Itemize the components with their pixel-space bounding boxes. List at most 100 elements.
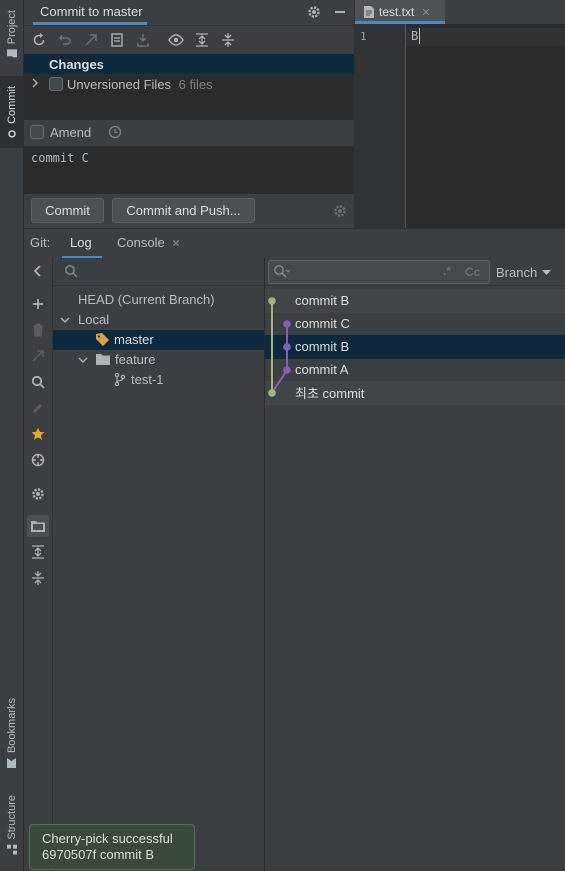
commit-tool-label: Commit [6, 85, 18, 124]
commit-toolbar [24, 26, 354, 54]
tree-item-test-1[interactable]: test-1 [114, 372, 164, 387]
selected-branch-highlight [53, 330, 264, 350]
chevron-left-icon[interactable] [30, 263, 46, 279]
commit-row[interactable]: commit B [265, 289, 565, 312]
text-caret [419, 28, 420, 44]
cherry-pick-notification[interactable]: Cherry-pick successful 6970507f commit B [29, 824, 195, 870]
unversioned-checkbox[interactable] [49, 77, 63, 91]
commit-message: commit A [295, 362, 349, 377]
minimize-icon[interactable] [332, 4, 348, 20]
commit-row[interactable]: 최초 commit [265, 381, 565, 404]
editor-line-text: B [411, 29, 419, 43]
log-search-input[interactable] [268, 260, 490, 284]
shelve-icon[interactable] [83, 32, 99, 48]
line-number-gutter [354, 24, 406, 228]
unversioned-files-count: 6 files [178, 77, 213, 92]
folder-icon [30, 518, 46, 534]
amend-label: Amend [50, 125, 92, 140]
rollback-icon[interactable] [57, 32, 73, 48]
commit-message: 최초 commit [295, 386, 365, 401]
delete-icon[interactable] [30, 322, 46, 338]
local-label: Local [78, 312, 110, 327]
eye-icon[interactable] [168, 32, 184, 48]
edit-icon[interactable] [30, 400, 46, 416]
match-case-toggle[interactable]: Cc [465, 265, 480, 279]
tab-console[interactable]: Console ✕ [117, 235, 181, 250]
changes-label: Changes [49, 57, 104, 72]
tree-item-local[interactable]: Local [60, 312, 109, 327]
current-line-highlight [406, 28, 565, 46]
test-1-label: test-1 [131, 372, 164, 387]
master-label: master [114, 332, 154, 347]
commit-tool-tab[interactable]: Commit [0, 76, 24, 148]
tree-item-master[interactable]: master [96, 332, 154, 347]
folder-icon [7, 49, 17, 58]
project-tool-tab[interactable]: Project [0, 4, 24, 64]
branch-filter-dropdown[interactable]: Branch [496, 265, 552, 280]
git-tool-header [24, 228, 565, 258]
star-icon[interactable] [30, 426, 46, 442]
notification-detail: 6970507f commit B [42, 847, 155, 862]
commit-icon [7, 128, 17, 138]
update-icon[interactable] [135, 32, 151, 48]
project-tool-label: Project [6, 9, 18, 45]
commit-message: commit B [295, 293, 350, 308]
collapse-all-icon[interactable] [220, 32, 236, 48]
regex-icon[interactable]: .* [443, 264, 451, 278]
add-icon[interactable] [30, 296, 46, 312]
show-diff-icon[interactable] [109, 32, 125, 48]
folder-icon [96, 354, 110, 365]
notification-title: Cherry-pick successful [42, 831, 173, 846]
search-icon [64, 264, 78, 278]
expand-all-icon[interactable] [30, 544, 46, 560]
search-history-icon[interactable] [273, 264, 291, 278]
gear-icon[interactable] [306, 4, 322, 20]
chevron-down-icon [78, 356, 88, 364]
collapse-all-icon[interactable] [30, 570, 46, 586]
close-icon[interactable]: ✕ [171, 238, 180, 250]
chevron-right-icon[interactable] [31, 78, 39, 88]
gear-icon[interactable] [30, 486, 46, 502]
commit-title-underline [33, 22, 147, 25]
tag-icon [96, 333, 109, 346]
crosshair-icon[interactable] [30, 452, 46, 468]
feature-label: feature [115, 352, 156, 367]
bookmark-icon [7, 758, 17, 769]
commit-button[interactable]: Commit [31, 198, 104, 223]
refresh-icon[interactable] [31, 32, 47, 48]
text-file-icon [364, 6, 374, 18]
structure-tool-label: Structure [6, 795, 18, 840]
bookmarks-tool-tab[interactable]: Bookmarks [0, 692, 24, 774]
line-number: 1 [360, 30, 367, 43]
clock-icon[interactable] [108, 125, 122, 139]
editor-tab-label: test.txt [379, 5, 415, 19]
chevron-down-icon [60, 316, 70, 324]
left-tool-strip: Project Commit Bookmarks Structure [0, 0, 24, 871]
close-icon[interactable]: ✕ [421, 6, 430, 19]
amend-checkbox[interactable] [30, 125, 44, 139]
commit-panel-title[interactable]: Commit to master [40, 4, 143, 19]
commit-row[interactable]: commit A [265, 358, 565, 381]
structure-icon [7, 844, 17, 855]
unversioned-files-item[interactable]: Unversioned Files 6 files [67, 77, 213, 92]
merge-icon[interactable] [30, 348, 46, 364]
commit-message: commit C [295, 316, 350, 331]
chevron-down-icon [542, 269, 552, 276]
structure-tool-tab[interactable]: Structure [0, 790, 24, 860]
bookmarks-tool-label: Bookmarks [6, 697, 18, 754]
branch-icon [114, 373, 126, 386]
expand-all-icon[interactable] [194, 32, 210, 48]
console-tab-label: Console [117, 235, 165, 250]
commit-options-gear-icon[interactable] [332, 203, 348, 219]
branch-search-input[interactable] [53, 258, 264, 286]
tree-item-feature[interactable]: feature [78, 352, 155, 367]
search-icon[interactable] [30, 374, 46, 390]
commit-and-push-button[interactable]: Commit and Push... [112, 198, 255, 223]
head-label: HEAD (Current Branch) [78, 292, 215, 307]
commit-row[interactable]: commit C [265, 312, 565, 335]
commit-message: commit B [295, 339, 350, 354]
commit-row[interactable]: commit B [265, 335, 565, 358]
git-prefix-label: Git: [30, 235, 51, 250]
tree-item-head[interactable]: HEAD (Current Branch) [78, 292, 215, 307]
tab-log[interactable]: Log [70, 235, 92, 250]
